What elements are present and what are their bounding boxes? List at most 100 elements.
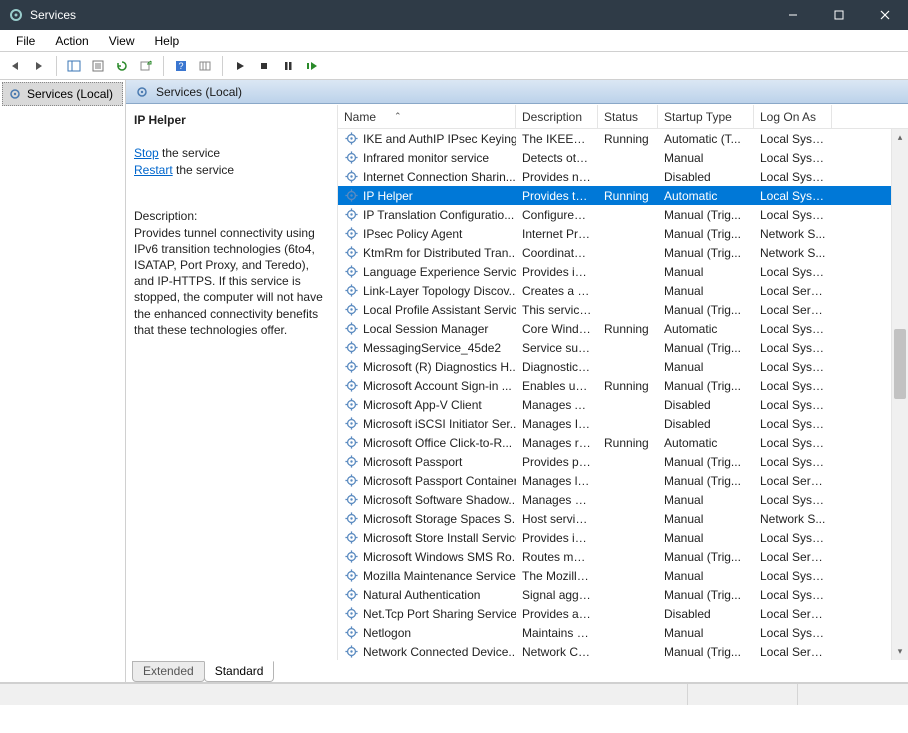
tab-standard[interactable]: Standard xyxy=(204,661,275,682)
service-name-cell: Microsoft iSCSI Initiator Ser... xyxy=(363,417,516,431)
tab-extended[interactable]: Extended xyxy=(132,661,205,682)
service-row[interactable]: Language Experience ServiceProvides inf.… xyxy=(338,262,908,281)
properties-button[interactable] xyxy=(87,55,109,77)
service-row[interactable]: Natural AuthenticationSignal aggr...Manu… xyxy=(338,585,908,604)
service-logon-cell: Local Syste... xyxy=(754,208,832,222)
service-row[interactable]: Microsoft Software Shadow...Manages so..… xyxy=(338,490,908,509)
minimize-button[interactable] xyxy=(770,0,816,30)
service-startup-cell: Manual (Trig... xyxy=(658,455,754,469)
service-row[interactable]: MessagingService_45de2Service sup...Manu… xyxy=(338,338,908,357)
service-logon-cell: Network S... xyxy=(754,246,832,260)
menu-file[interactable]: File xyxy=(6,32,45,50)
service-row[interactable]: Link-Layer Topology Discov...Creates a N… xyxy=(338,281,908,300)
service-desc-cell: Provides ne... xyxy=(516,170,598,184)
gear-icon xyxy=(344,283,359,298)
service-row[interactable]: Microsoft Account Sign-in ...Enables use… xyxy=(338,376,908,395)
service-row[interactable]: Local Session ManagerCore Windo...Runnin… xyxy=(338,319,908,338)
toolbar: ? xyxy=(0,52,908,80)
column-log-on-as[interactable]: Log On As xyxy=(754,105,832,128)
service-logon-cell: Local Service xyxy=(754,550,832,564)
menu-view[interactable]: View xyxy=(99,32,145,50)
start-service-button[interactable] xyxy=(229,55,251,77)
gear-icon xyxy=(344,416,359,431)
service-desc-cell: Provides tu... xyxy=(516,189,598,203)
scroll-thumb[interactable] xyxy=(894,329,906,399)
refresh-button[interactable] xyxy=(111,55,133,77)
column-name[interactable]: Name⌃ xyxy=(338,105,516,128)
service-row[interactable]: Net.Tcp Port Sharing ServiceProvides abi… xyxy=(338,604,908,623)
pause-service-button[interactable] xyxy=(277,55,299,77)
menu-action[interactable]: Action xyxy=(45,32,98,50)
service-startup-cell: Manual xyxy=(658,284,754,298)
service-row[interactable]: Microsoft Passport ContainerManages lo..… xyxy=(338,471,908,490)
menu-help[interactable]: Help xyxy=(145,32,190,50)
gear-icon xyxy=(344,169,359,184)
service-row[interactable]: Local Profile Assistant ServiceThis serv… xyxy=(338,300,908,319)
service-startup-cell: Manual xyxy=(658,151,754,165)
scroll-up-button[interactable]: ▴ xyxy=(892,129,908,146)
column-description[interactable]: Description xyxy=(516,105,598,128)
service-startup-cell: Disabled xyxy=(658,607,754,621)
gear-icon xyxy=(344,473,359,488)
service-row[interactable]: Microsoft Office Click-to-R...Manages re… xyxy=(338,433,908,452)
service-startup-cell: Manual (Trig... xyxy=(658,227,754,241)
service-startup-cell: Automatic xyxy=(658,322,754,336)
service-row[interactable]: Microsoft PassportProvides pr...Manual (… xyxy=(338,452,908,471)
column-startup-type[interactable]: Startup Type xyxy=(658,105,754,128)
service-name-cell: MessagingService_45de2 xyxy=(363,341,501,355)
help-button[interactable]: ? xyxy=(170,55,192,77)
service-row[interactable]: IP HelperProvides tu...RunningAutomaticL… xyxy=(338,186,908,205)
service-logon-cell: Local Syste... xyxy=(754,455,832,469)
vertical-scrollbar[interactable]: ▴ ▾ xyxy=(891,129,908,660)
service-logon-cell: Local Syste... xyxy=(754,569,832,583)
service-row[interactable]: Microsoft Storage Spaces S...Host servic… xyxy=(338,509,908,528)
scroll-down-button[interactable]: ▾ xyxy=(892,643,908,660)
service-row[interactable]: Internet Connection Sharin...Provides ne… xyxy=(338,167,908,186)
stop-service-button[interactable] xyxy=(253,55,275,77)
service-row[interactable]: IP Translation Configuratio...Configures… xyxy=(338,205,908,224)
service-row[interactable]: IPsec Policy AgentInternet Pro...Manual … xyxy=(338,224,908,243)
service-row[interactable]: IKE and AuthIP IPsec Keying...The IKEEXT… xyxy=(338,129,908,148)
gear-icon xyxy=(344,625,359,640)
service-row[interactable]: Network Connected Device...Network Co...… xyxy=(338,642,908,660)
service-row[interactable]: Microsoft App-V ClientManages A...Disabl… xyxy=(338,395,908,414)
service-desc-cell: Detects oth... xyxy=(516,151,598,165)
gear-icon xyxy=(344,302,359,317)
service-logon-cell: Local Syste... xyxy=(754,170,832,184)
gear-icon xyxy=(344,226,359,241)
service-startup-cell: Disabled xyxy=(658,398,754,412)
service-row[interactable]: Microsoft Windows SMS Ro...Routes mes...… xyxy=(338,547,908,566)
main-area: Services (Local) Services (Local) IP Hel… xyxy=(0,80,908,683)
show-hide-tree-button[interactable] xyxy=(63,55,85,77)
forward-button[interactable] xyxy=(28,55,50,77)
service-logon-cell: Local Syste... xyxy=(754,588,832,602)
toolbar-button[interactable] xyxy=(194,55,216,77)
service-name-cell: Microsoft Account Sign-in ... xyxy=(363,379,512,393)
service-row[interactable]: KtmRm for Distributed Tran...Coordinates… xyxy=(338,243,908,262)
tree-root-services-local[interactable]: Services (Local) xyxy=(2,82,123,106)
close-button[interactable] xyxy=(862,0,908,30)
service-startup-cell: Manual (Trig... xyxy=(658,341,754,355)
service-startup-cell: Manual xyxy=(658,360,754,374)
gear-icon xyxy=(344,378,359,393)
service-desc-cell: Provides inf... xyxy=(516,265,598,279)
restart-service-button[interactable] xyxy=(301,55,323,77)
service-logon-cell: Local Syste... xyxy=(754,379,832,393)
back-button[interactable] xyxy=(4,55,26,77)
service-desc-cell: Signal aggr... xyxy=(516,588,598,602)
service-logon-cell: Local Syste... xyxy=(754,189,832,203)
maximize-button[interactable] xyxy=(816,0,862,30)
restart-suffix: the service xyxy=(173,163,234,177)
stop-link[interactable]: Stop xyxy=(134,146,159,160)
service-startup-cell: Manual xyxy=(658,531,754,545)
service-row[interactable]: Mozilla Maintenance ServiceThe Mozilla .… xyxy=(338,566,908,585)
column-status[interactable]: Status xyxy=(598,105,658,128)
service-row[interactable]: Microsoft iSCSI Initiator Ser...Manages … xyxy=(338,414,908,433)
service-startup-cell: Manual xyxy=(658,569,754,583)
service-row[interactable]: Microsoft Store Install ServiceProvides … xyxy=(338,528,908,547)
service-row[interactable]: NetlogonMaintains a ...ManualLocal Syste… xyxy=(338,623,908,642)
export-list-button[interactable] xyxy=(135,55,157,77)
service-row[interactable]: Microsoft (R) Diagnostics H...Diagnostic… xyxy=(338,357,908,376)
service-row[interactable]: Infrared monitor serviceDetects oth...Ma… xyxy=(338,148,908,167)
restart-link[interactable]: Restart xyxy=(134,163,173,177)
